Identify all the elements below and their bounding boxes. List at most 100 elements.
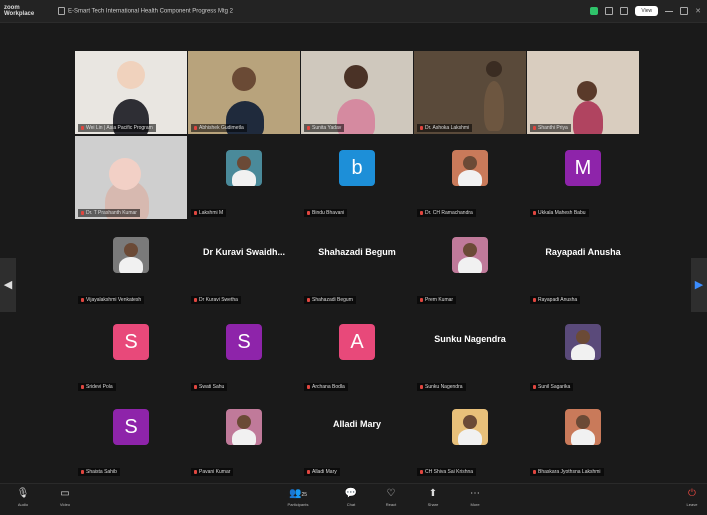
muted-mic-icon [307,125,310,130]
participant-name-tag: Lakshmi M [191,209,227,217]
participant-name-tag: Rayapadi Anusha [530,296,581,304]
participant-tile[interactable]: S Sridevi Pola [75,310,187,393]
participant-name-label: Sunita Yadav [312,125,342,131]
participant-face [344,65,368,89]
avatar-initial: A [339,324,375,360]
participant-tile[interactable]: CH Shiva Sai Krishna [414,395,526,478]
avatar-body [458,170,482,186]
chat-button[interactable]: 💬 Chat [336,487,366,508]
participant-tile[interactable]: S Swati Sahu [188,310,300,393]
participant-tile[interactable]: b Bindu Bhavani [301,136,413,219]
participant-name-tag: Shaista Sahib [78,468,120,476]
muted-mic-icon [194,384,197,389]
react-label: React [385,502,397,507]
video-gallery: ◀ ▶ Wei Lin | Asia Pacific Program Abhish… [0,23,707,483]
minimize-icon[interactable] [665,10,674,12]
participant-tile[interactable]: M Ukkala Mahesh Babu [527,136,639,219]
participant-tile[interactable]: Pavani Kumar [188,395,300,478]
participant-tile[interactable]: Shanthi Priya [527,51,639,134]
participant-name-label: Shaista Sahib [86,469,117,475]
muted-mic-icon [420,384,423,389]
participant-tile[interactable]: Prem Kumar [414,223,526,306]
participant-tile[interactable]: Abhishek Gudimetla [188,51,300,134]
encryption-icon[interactable] [590,7,599,15]
participants-button[interactable]: 👥25 Participants [278,487,318,508]
participant-name-label: Ukkala Mahesh Babu [538,210,586,216]
avatar-face [463,243,477,257]
muted-mic-icon [81,469,84,474]
shield-icon[interactable] [58,7,65,15]
participant-name-label: Alladi Mary [312,469,337,475]
participant-tile[interactable]: Sunku Nagendra Sunku Nagendra [414,310,526,393]
participant-tile[interactable]: Bhaskara Jyothsna Lakshmi [527,395,639,478]
meeting-title: E-Smart Tech International Health Compon… [58,7,233,15]
copy-icon[interactable] [605,7,614,15]
participant-tile[interactable]: Sunita Yadav [301,51,413,134]
audio-button[interactable]: 🎙 Audio [8,487,38,508]
participant-tile[interactable]: Dr. Ashoka Lakshmi [414,51,526,134]
participants-label: Participants [287,502,309,507]
participant-tile[interactable]: Dr. CH Ramachandra [414,136,526,219]
video-feed [414,51,526,134]
video-label: Video [59,502,71,507]
more-button[interactable]: ⋯ More [460,487,490,508]
participant-tile[interactable]: Wei Lin | Asia Pacific Program [75,51,187,134]
participant-name-tag: Ukkala Mahesh Babu [530,209,589,217]
view-button[interactable]: View [635,6,659,16]
share-label: Share [427,502,439,507]
chevron-left-icon: ◀ [3,279,13,291]
participant-tile[interactable]: Alladi Mary Alladi Mary [301,395,413,478]
avatar [226,150,262,186]
participant-name-label: Dr Kuravi Swetha [199,297,238,303]
participant-tile[interactable]: Vijayalakshmi Venkatesh [75,223,187,306]
share-button[interactable]: ⬆ Share [418,487,448,508]
avatar-initial: b [339,150,375,186]
video-button[interactable]: ▭ Video [50,487,80,508]
avatar-face [237,415,251,429]
muted-mic-icon [307,210,310,215]
title-bar-actions: View ✕ [590,4,701,18]
participant-name-tag: Sunita Yadav [304,124,345,132]
maximize-icon[interactable] [680,7,689,15]
muted-mic-icon [194,297,197,302]
participant-name-tag: Pavani Kumar [191,468,234,476]
chat-label: Chat [346,502,356,507]
avatar [565,324,601,360]
next-page-button[interactable]: ▶ [691,258,707,312]
muted-mic-icon [194,125,197,130]
participant-name-label: Sridevi Pola [86,384,113,390]
participant-name-label: Rayapadi Anusha [538,297,578,303]
react-button[interactable]: ♡ React [376,487,406,508]
muted-mic-icon [420,469,423,474]
participant-name-tag: Alladi Mary [304,468,340,476]
avatar-initial: S [113,324,149,360]
close-icon[interactable]: ✕ [695,7,701,15]
participant-tile[interactable]: A Archana Bodla [301,310,413,393]
avatar-face [237,156,251,170]
previous-page-button[interactable]: ◀ [0,258,16,312]
muted-mic-icon [81,210,84,215]
more-label: More [470,502,480,507]
participant-name-label: Wei Lin | Asia Pacific Program [86,125,153,131]
participant-tile[interactable]: Dr. T Prashanth Kumar [75,136,187,219]
grid-icon[interactable] [620,7,629,15]
leave-button[interactable]: ⏻ Leave [680,487,704,508]
avatar-initial: S [113,409,149,445]
participant-tile[interactable]: Lakshmi M [188,136,300,219]
muted-mic-icon [194,469,197,474]
avatar [452,237,488,273]
muted-mic-icon [81,384,84,389]
avatar-body [119,257,143,273]
participant-name-tag: Dr. CH Ramachandra [417,209,476,217]
participants-icon: 👥 [288,488,302,499]
avatar-initial: M [565,150,601,186]
participant-tile[interactable]: S Shaista Sahib [75,395,187,478]
participant-name-label: Dr. Ashoka Lakshmi [425,125,470,131]
participant-tile[interactable]: Dr Kuravi Swaidh... Dr Kuravi Swetha [188,223,300,306]
participant-tile[interactable]: Shahazadi Begum Shahazadi Begum [301,223,413,306]
participant-name-label: Prem Kumar [425,297,454,303]
participant-name-tag: Prem Kumar [417,296,457,304]
participant-display-name: Alladi Mary [332,419,381,429]
participant-tile[interactable]: Rayapadi Anusha Rayapadi Anusha [527,223,639,306]
participant-tile[interactable]: Sunil Sagarika [527,310,639,393]
